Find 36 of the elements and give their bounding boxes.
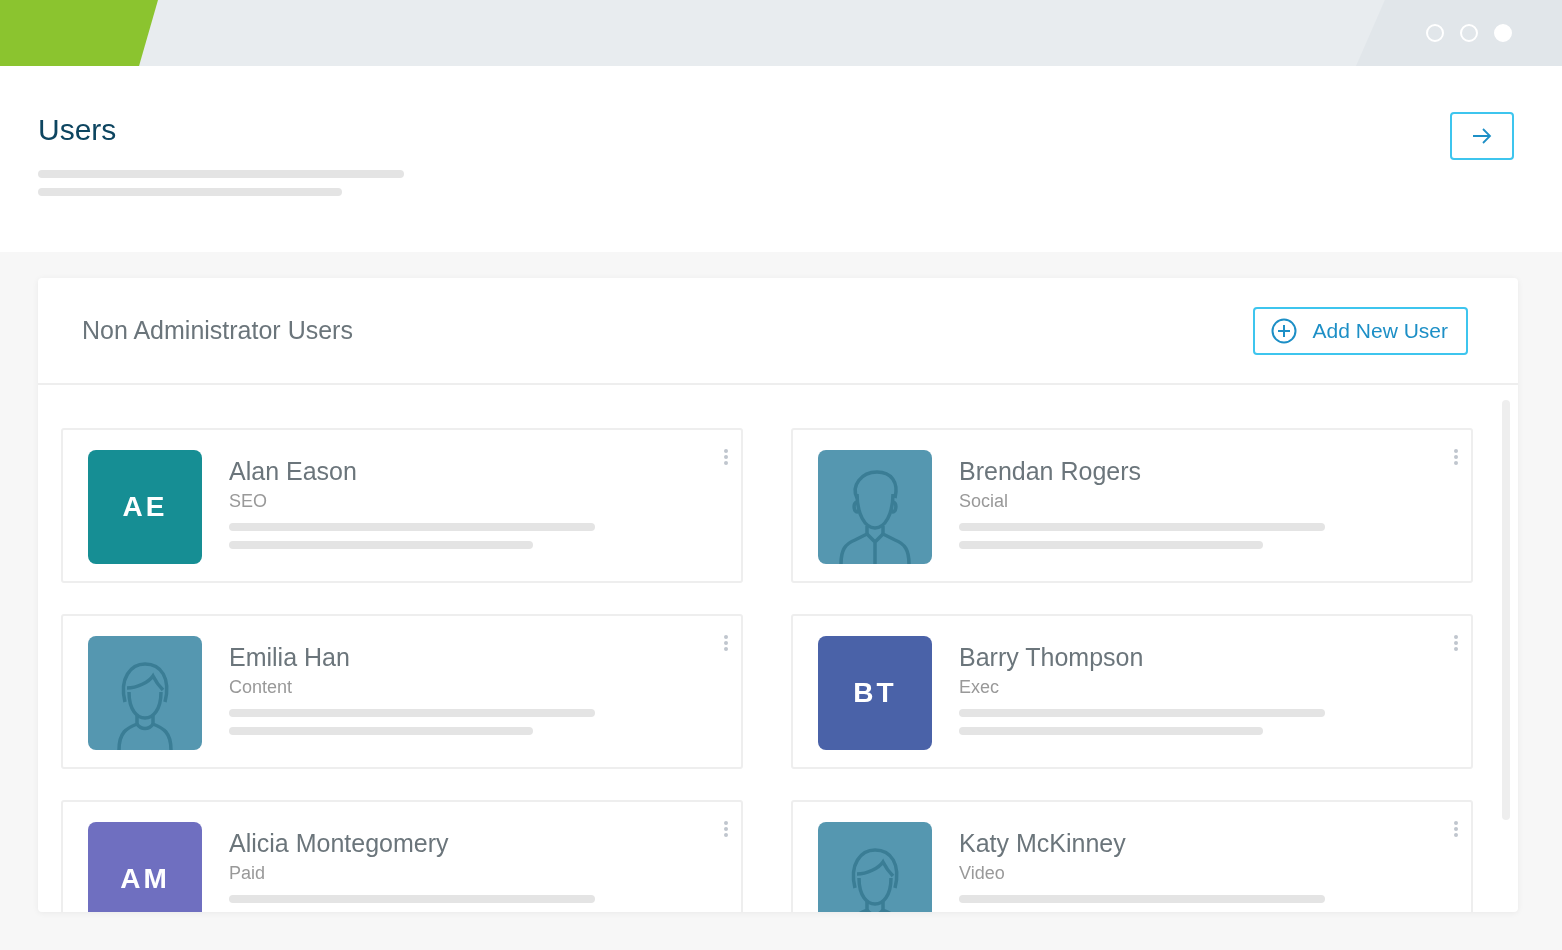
window-dot[interactable] — [1494, 24, 1512, 42]
plus-circle-icon — [1270, 317, 1297, 344]
initials-avatar: BT — [818, 636, 932, 750]
user-card[interactable]: Brendan Rogers Social — [791, 428, 1473, 583]
user-name: Emilia Han — [229, 642, 351, 672]
more-options-icon[interactable] — [1453, 447, 1459, 466]
add-user-button[interactable]: Add New User — [1252, 306, 1468, 355]
page-title: Users — [38, 112, 118, 148]
user-role: Social — [959, 490, 1010, 513]
user-role: Exec — [959, 676, 1001, 699]
window-dot[interactable] — [1426, 24, 1444, 42]
more-options-icon[interactable] — [723, 633, 729, 652]
initials-avatar: AE — [88, 450, 202, 564]
user-name: Alan Eason — [229, 456, 358, 486]
window-dot[interactable] — [1460, 24, 1478, 42]
more-options-icon[interactable] — [723, 447, 729, 466]
user-role: Video — [959, 862, 1006, 885]
user-card[interactable]: AE Alan Eason SEO — [61, 428, 743, 583]
panel-title: Non Administrator Users — [82, 314, 353, 346]
more-options-icon[interactable] — [1453, 819, 1459, 838]
user-name: Alicia Montegomery — [229, 828, 450, 858]
user-card[interactable]: Katy McKinney Video — [791, 800, 1473, 912]
next-button[interactable] — [1450, 112, 1514, 160]
user-role: Paid — [229, 862, 267, 885]
user-role: Content — [229, 676, 294, 699]
user-name: Barry Thompson — [959, 642, 1145, 672]
user-name: Katy McKinney — [959, 828, 1127, 858]
user-role: SEO — [229, 490, 268, 513]
user-card[interactable]: AM Alicia Montegomery Paid — [61, 800, 743, 912]
arrow-right-icon — [1472, 128, 1492, 144]
user-card[interactable]: Emilia Han Content — [61, 614, 743, 769]
user-card[interactable]: BT Barry Thompson Exec — [791, 614, 1473, 769]
initials-avatar: AM — [88, 822, 202, 912]
user-name: Brendan Rogers — [959, 456, 1143, 486]
more-options-icon[interactable] — [723, 819, 729, 838]
more-options-icon[interactable] — [1453, 633, 1459, 652]
